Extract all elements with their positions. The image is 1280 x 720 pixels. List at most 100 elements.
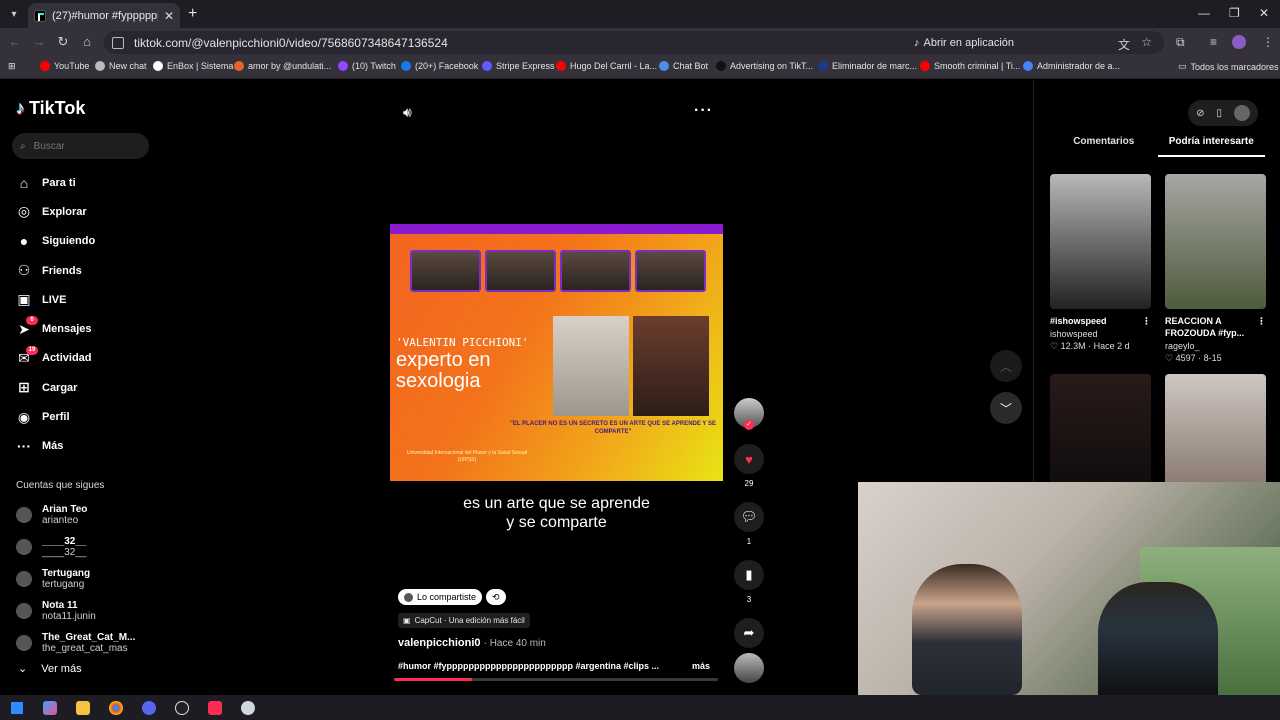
chrome-icon[interactable] xyxy=(99,695,132,720)
volume-icon[interactable]: 🔊︎ xyxy=(403,104,412,121)
following-title: Cuentas que sigues xyxy=(16,480,105,491)
more-icon[interactable]: ⋮ xyxy=(1257,315,1266,339)
apps-icon[interactable]: ⊞ xyxy=(8,61,16,72)
comment-icon[interactable]: 💬︎ xyxy=(734,502,764,532)
back-icon[interactable]: ← xyxy=(6,34,24,49)
bookmark-item[interactable]: Smooth criminal | Ti... xyxy=(920,61,1020,71)
bookmark-item[interactable]: Administrador de a... xyxy=(1023,61,1120,71)
browser-menu-icon[interactable]: ⋮ xyxy=(1262,35,1274,49)
sidebar-item-friends[interactable]: ⚇ Friends xyxy=(16,256,156,285)
video-progress-bar[interactable] xyxy=(394,678,718,681)
sidebar-item-actividad[interactable]: ✉ 19 Actividad xyxy=(16,344,156,373)
more-description-button[interactable]: más xyxy=(692,661,710,671)
sidebar-item-mensajes[interactable]: ➤ 6 Mensajes xyxy=(16,314,156,343)
search-box[interactable]: ⌕ xyxy=(12,133,149,159)
file-explorer-icon[interactable] xyxy=(66,695,99,720)
new-tab-icon[interactable]: + xyxy=(188,5,197,23)
tiktok-app-icon[interactable] xyxy=(198,695,231,720)
tiktok-logo[interactable]: ♪ TikTok xyxy=(16,98,85,119)
list-item[interactable]: Arian Teo arianteo xyxy=(16,499,135,531)
comment-action[interactable]: 💬︎ 1 xyxy=(734,502,764,546)
tab-search-icon[interactable]: ▾ xyxy=(4,4,24,24)
copilot-icon[interactable] xyxy=(33,695,66,720)
repost-button[interactable]: ⟲ xyxy=(486,589,506,605)
sidebar-item-para-ti[interactable]: ⌂ Para ti xyxy=(16,168,156,197)
reload-icon[interactable]: ↻ xyxy=(54,34,72,50)
video-thumbnail[interactable] xyxy=(1050,174,1151,309)
list-item[interactable]: Nota 11 nota11.junin xyxy=(16,595,135,627)
bookmark-item[interactable]: Chat Bot xyxy=(659,61,708,71)
extensions-icon[interactable]: ⧉ xyxy=(1176,35,1185,50)
bookmark-item[interactable]: (20+) Facebook xyxy=(401,61,478,71)
more-icon: ··· xyxy=(17,438,31,455)
bookmark-item[interactable]: YouTube xyxy=(40,61,89,71)
device-icon[interactable]: ▯ xyxy=(1216,108,1222,119)
video-author[interactable]: valenpicchioni0 · Hace 40 min xyxy=(398,637,546,649)
tab-close-icon[interactable]: ✕ xyxy=(164,9,174,23)
list-item[interactable]: ____32__ ____32__ xyxy=(16,531,135,563)
bookmark-item[interactable]: New chat xyxy=(95,61,147,71)
profile-avatar[interactable] xyxy=(1232,35,1246,49)
all-bookmarks-folder[interactable]: ▭ Todos los marcadores xyxy=(1178,61,1279,72)
bookmark-item[interactable]: Stripe Express xyxy=(482,61,555,71)
list-item[interactable]: Tertugang tertugang xyxy=(16,563,135,595)
coin-icon[interactable]: ⊘ xyxy=(1196,108,1204,119)
music-disc-avatar[interactable] xyxy=(734,653,764,683)
sidebar-item-perfil[interactable]: ◉ Perfil xyxy=(16,402,156,431)
bookmark-item[interactable]: Eliminador de marc... xyxy=(818,61,917,71)
address-bar[interactable]: tiktok.com/@valenpicchioni0/video/756860… xyxy=(104,31,1164,54)
next-video-button[interactable]: ﹀ xyxy=(990,392,1022,424)
sidebar-item-explorar[interactable]: ◎ Explorar xyxy=(16,197,156,226)
bookmark-item[interactable]: amor by @undulati... xyxy=(234,61,331,71)
windows-start-icon[interactable] xyxy=(0,695,33,720)
sidebar-item-siguiendo[interactable]: ● Siguiendo xyxy=(16,227,156,256)
share-icon[interactable]: ➦ xyxy=(734,618,764,648)
restore-icon[interactable]: ❐ xyxy=(1229,6,1240,20)
bookmark-item[interactable]: Hugo Del Carril - La... xyxy=(556,61,657,71)
suggested-card[interactable]: REACCION A FROZOUDA #fyp... ⋮ rageylo_ ♡ … xyxy=(1165,174,1266,364)
bookmark-star-icon[interactable]: ☆ xyxy=(1141,35,1152,49)
tab-podria-interesarte[interactable]: Podría interesarte xyxy=(1157,136,1265,157)
bookmark-icon[interactable]: ▮ xyxy=(734,560,764,590)
shared-pill[interactable]: Lo compartiste xyxy=(398,589,483,605)
video-player[interactable]: 'VALENTIN PICCHIONI' experto en sexologi… xyxy=(390,224,723,481)
translate-icon[interactable]: 文 xyxy=(1118,36,1130,53)
app-icon[interactable] xyxy=(231,695,264,720)
list-item[interactable]: The_Great_Cat_M... the_great_cat_mas xyxy=(16,627,135,659)
site-info-icon[interactable] xyxy=(112,36,124,49)
open-in-app-button[interactable]: ♪ Abrir en aplicación xyxy=(914,31,1014,54)
browser-tab[interactable]: (27)#humor #fypppppppppppp ✕ xyxy=(28,3,180,28)
close-window-icon[interactable]: ✕ xyxy=(1259,6,1269,20)
creator-avatar[interactable] xyxy=(734,398,764,430)
sidebar-item-live[interactable]: ▣ LIVE xyxy=(16,285,156,314)
previous-video-button[interactable]: ︿ xyxy=(990,350,1022,382)
heart-icon[interactable]: ♥ xyxy=(734,444,764,474)
forward-icon[interactable]: → xyxy=(30,34,48,49)
search-input[interactable] xyxy=(33,140,134,152)
see-more-button[interactable]: ⌄ Ver más xyxy=(18,662,82,676)
tab-comentarios[interactable]: Comentarios xyxy=(1050,136,1158,157)
home-page-icon[interactable]: ⌂ xyxy=(78,34,96,49)
obs-icon[interactable] xyxy=(165,695,198,720)
more-icon[interactable]: ⋮ xyxy=(1142,315,1151,327)
more-options-icon[interactable]: ··· xyxy=(694,102,713,120)
suggested-card[interactable]: #ishowspeed ⋮ ishowspeed ♡ 12.3M · Hace 2… xyxy=(1050,174,1151,364)
video-thumbnail[interactable] xyxy=(1165,174,1266,309)
bookmark-item[interactable]: (10) Twitch xyxy=(338,61,396,71)
bookmark-item[interactable]: Advertising on TikT... xyxy=(716,61,813,71)
tiktok-logo-icon: ♪ xyxy=(16,98,25,118)
sidebar-item-cargar[interactable]: ⊞ Cargar xyxy=(16,373,156,402)
like-action[interactable]: ♥ 29 xyxy=(734,444,764,488)
media-icon[interactable]: ≡ xyxy=(1210,35,1217,49)
sidebar-item-mas[interactable]: ··· Más xyxy=(16,432,156,461)
capcut-badge[interactable]: ▣ CapCut · Una edición más fácil xyxy=(398,613,530,628)
tiktok-bookmark-icon xyxy=(716,61,726,71)
save-action[interactable]: ▮ 3 xyxy=(734,560,764,604)
youtube-icon xyxy=(556,61,566,71)
discord-icon[interactable] xyxy=(132,695,165,720)
action-column: ♥29 💬︎1 ▮3 ➦1 xyxy=(734,398,764,676)
avatar[interactable] xyxy=(1234,105,1250,121)
url-text[interactable]: tiktok.com/@valenpicchioni0/video/756860… xyxy=(134,36,448,50)
minimize-icon[interactable]: — xyxy=(1198,6,1210,20)
bookmark-item[interactable]: EnBox | Sistema xyxy=(153,61,233,71)
